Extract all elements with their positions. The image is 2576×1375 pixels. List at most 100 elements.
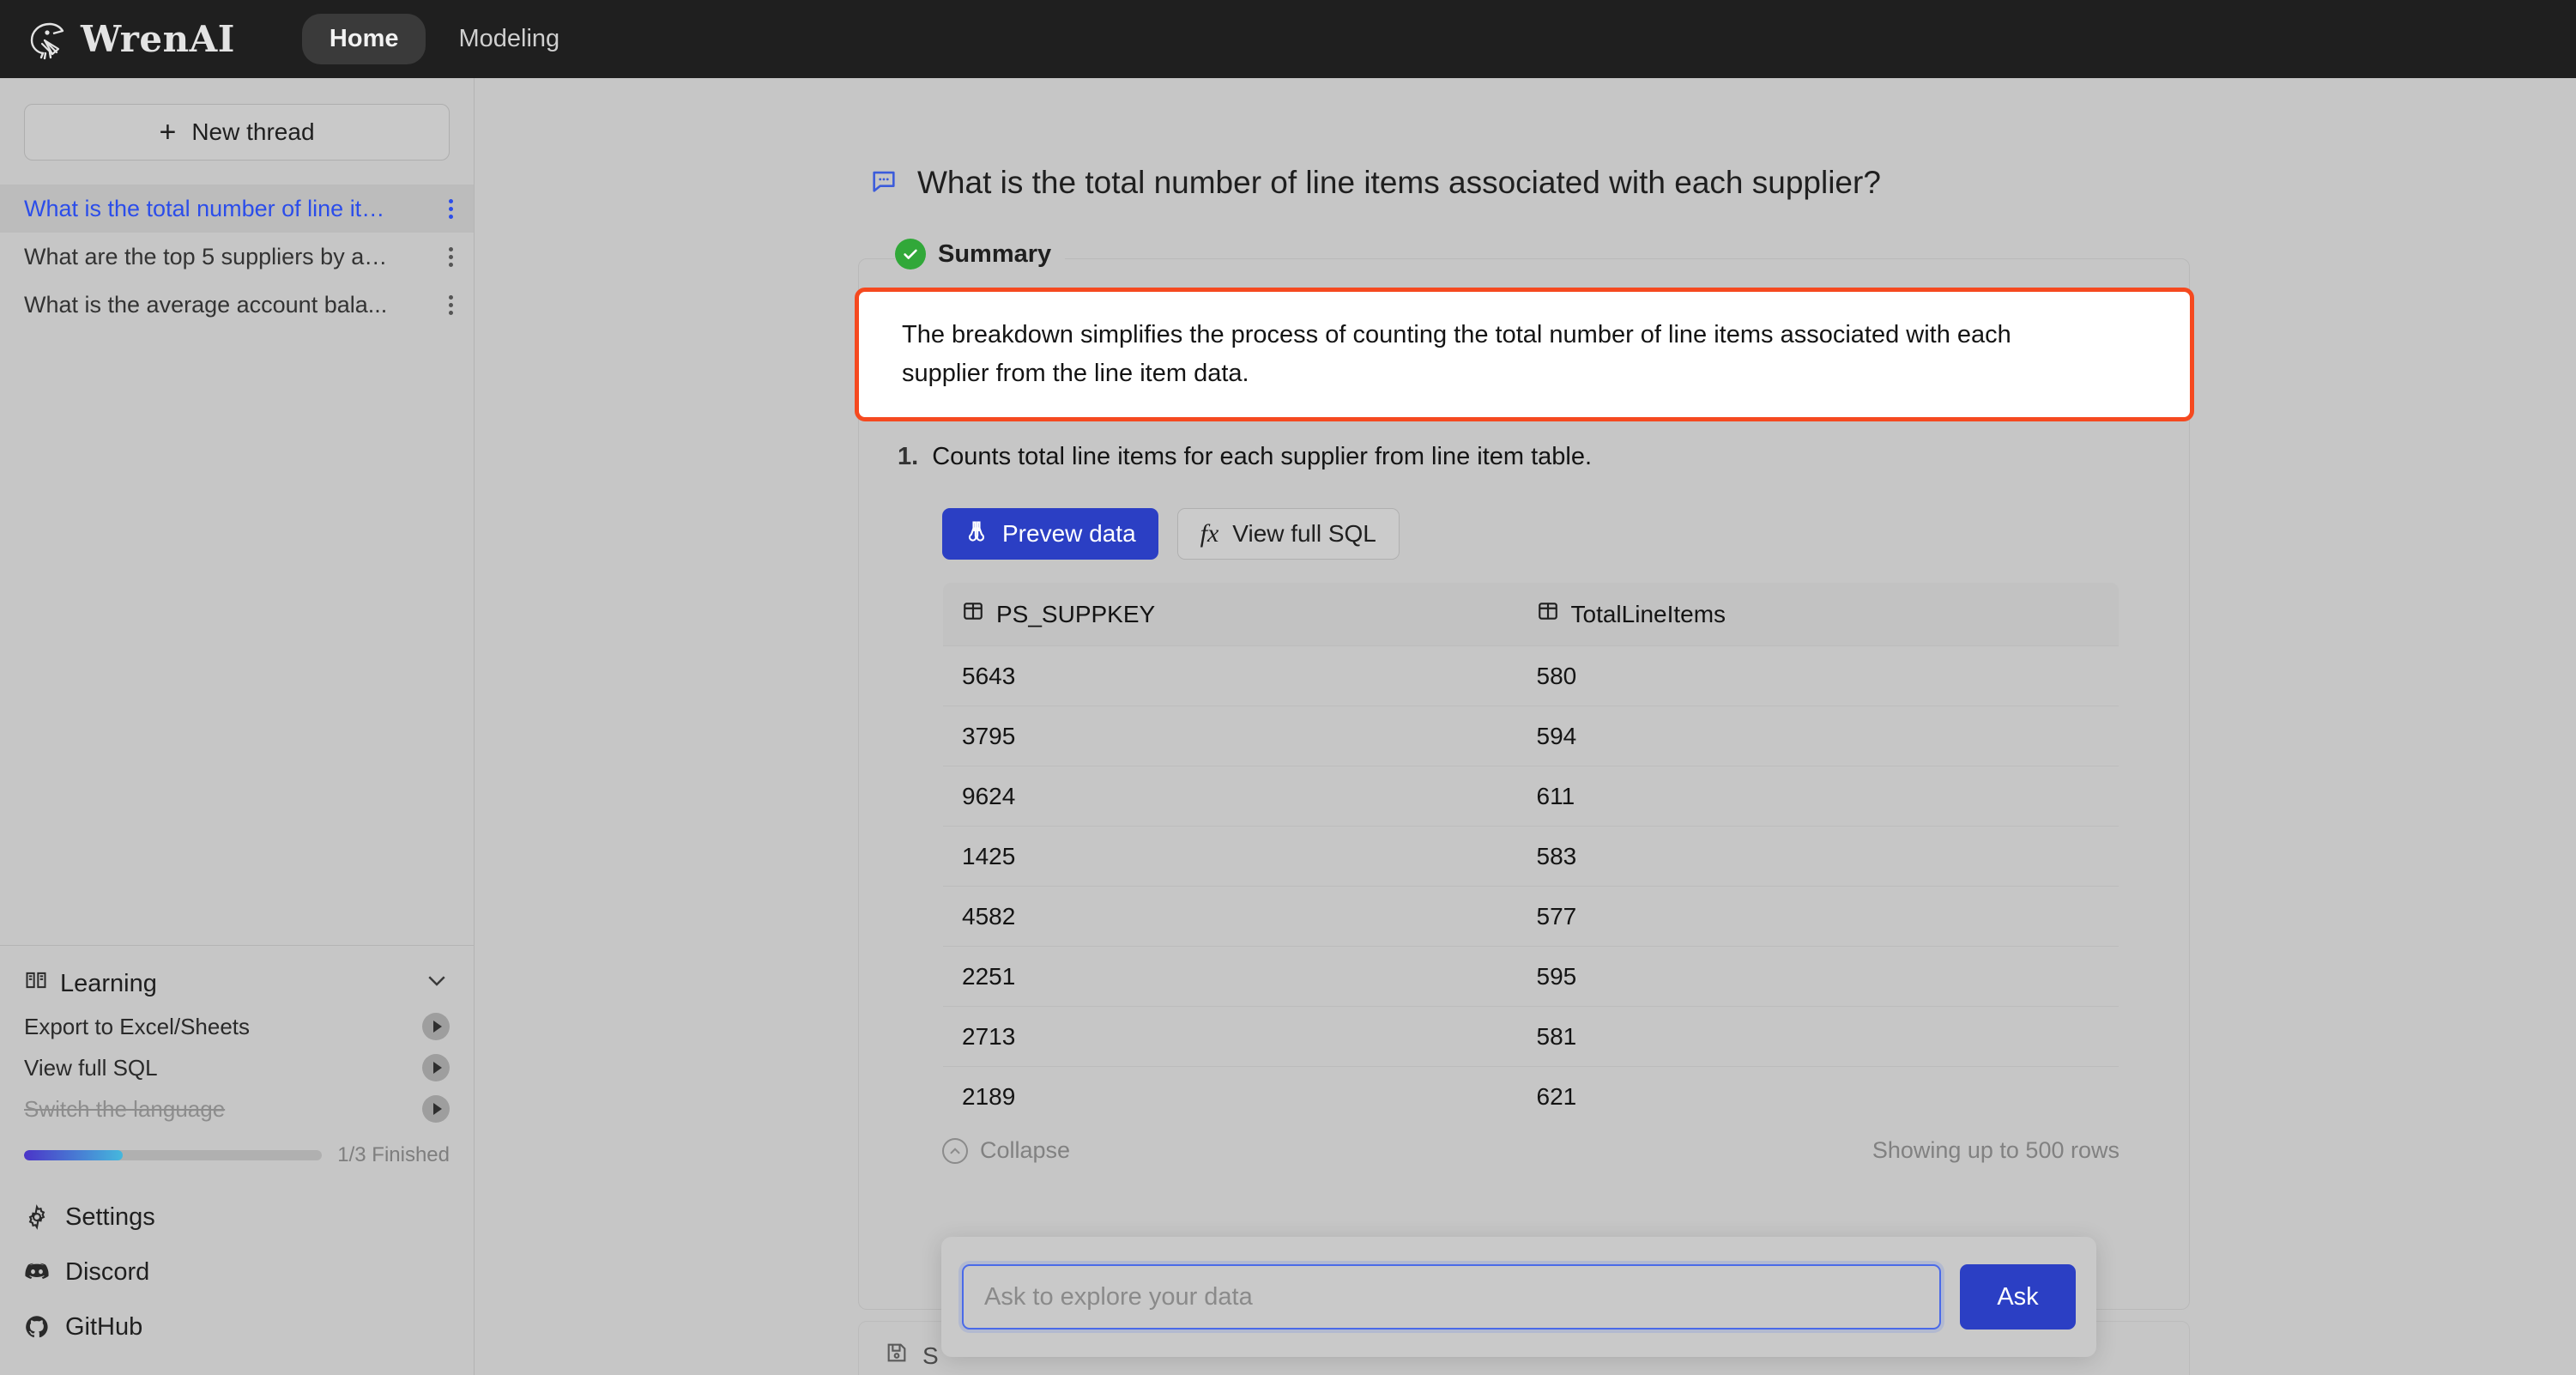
save-button[interactable]: S [885, 1341, 939, 1371]
main-content: What is the total number of line items a… [475, 78, 2576, 1375]
thread-more-icon[interactable] [449, 294, 453, 317]
thread-item-2[interactable]: What is the average account bala... [0, 281, 474, 329]
table-cell: 581 [1517, 1006, 2119, 1067]
summary-legend: Summary [895, 239, 1066, 270]
learning-panel: Learning Export to Excel/Sheets View ful… [0, 945, 474, 1167]
thread-more-icon[interactable] [449, 197, 453, 221]
page-title: What is the total number of line items a… [917, 165, 1881, 200]
save-icon [885, 1341, 909, 1371]
sidebar-item-github[interactable]: GitHub [24, 1299, 450, 1354]
answer-card: Summary The breakdown simplifies the pro… [855, 239, 2194, 1310]
play-icon[interactable] [422, 1054, 450, 1081]
table-head: PS_SUPPKEY TotalLineItems [943, 583, 2119, 646]
thread-label: What is the average account bala... [24, 291, 388, 318]
learning-item-2[interactable]: Switch the language [24, 1088, 450, 1130]
view-full-sql-label: View full SQL [1232, 520, 1376, 547]
table-row: 5643 580 [943, 645, 2119, 706]
table-column-label: PS_SUPPKEY [996, 600, 1156, 627]
table-cell: 2189 [962, 1082, 1016, 1110]
thread-item-1[interactable]: What are the top 5 suppliers by ac... [0, 233, 474, 281]
table-cell: 577 [1517, 886, 2119, 947]
table-row: 4582 577 [943, 886, 2119, 947]
brand-logo[interactable]: WrenAI [24, 17, 235, 62]
table-row: 3795 594 [943, 706, 2119, 766]
preview-data-button[interactable]: Prevew data [942, 508, 1158, 560]
thread-item-0[interactable]: What is the total number of line ite... [0, 185, 474, 233]
nav-item-home[interactable]: Home [301, 14, 426, 64]
action-buttons: Prevew data fx View full SQL [942, 508, 1400, 560]
check-circle-icon [895, 239, 926, 270]
play-icon[interactable] [422, 1095, 450, 1123]
new-thread-button[interactable]: + New thread [24, 104, 450, 161]
table-header-row: PS_SUPPKEY TotalLineItems [943, 583, 2119, 646]
learning-item-label: Switch the language [24, 1095, 226, 1122]
table-cell: 594 [1517, 706, 2119, 766]
table-cell: 583 [1517, 826, 2119, 887]
ask-input[interactable] [962, 1264, 1941, 1330]
table-header-cell-1[interactable]: TotalLineItems [1517, 583, 2119, 646]
sidebar-item-settings[interactable]: Settings [24, 1190, 450, 1245]
gear-icon [24, 1204, 50, 1230]
table-cell: 595 [1517, 946, 2119, 1007]
thread-list: What is the total number of line ite... … [0, 185, 474, 329]
brand-name: WrenAI [81, 18, 235, 60]
sidebar-item-label: Discord [65, 1257, 150, 1286]
discord-icon [24, 1262, 50, 1282]
progress-track [24, 1150, 323, 1160]
table-column-icon [1537, 600, 1559, 628]
step-item: 1. Counts total line items for each supp… [898, 443, 1592, 471]
table-cell: 2251 [943, 946, 1518, 1007]
wren-bird-logo-icon [24, 17, 69, 62]
sidebar-bottom-links: Settings Discord GitHub [0, 1167, 474, 1375]
table-cell: 2713 [943, 1006, 1518, 1067]
learning-item-0[interactable]: Export to Excel/Sheets [24, 1006, 450, 1047]
progress-fill [24, 1150, 123, 1160]
learning-item-label: View full SQL [24, 1054, 158, 1081]
learning-item-label: Export to Excel/Sheets [24, 1013, 251, 1039]
collapse-button[interactable]: Collapse [942, 1137, 1070, 1164]
ask-button[interactable]: Ask [1960, 1264, 2076, 1330]
sidebar-item-label: Settings [65, 1202, 155, 1231]
thread-more-icon[interactable] [449, 245, 453, 269]
app-root: WrenAI Home Modeling + New thread What i… [0, 0, 2576, 1375]
table-column-icon [962, 600, 984, 628]
table-cell: 611 [1517, 766, 2119, 827]
table-row: 2189 621 [943, 1067, 2119, 1127]
learning-header[interactable]: Learning [24, 961, 450, 1006]
table-cell: 5643 [943, 645, 1518, 706]
github-icon [24, 1314, 50, 1340]
table-cell: 4582 [943, 886, 1518, 947]
preview-data-table: PS_SUPPKEY TotalLineItems 5643 580 3795 … [942, 582, 2119, 1127]
save-label: S [922, 1342, 939, 1369]
plus-icon: + [159, 116, 177, 148]
top-header: WrenAI Home Modeling [0, 0, 2576, 78]
new-thread-label: New thread [191, 118, 315, 145]
table-footer: Collapse Showing up to 500 rows [942, 1137, 2119, 1164]
table-row: 9624 611 [943, 766, 2119, 827]
table-cell: 621 [1536, 1082, 1577, 1110]
progress-label: 1/3 Finished [337, 1143, 450, 1166]
rows-note: Showing up to 500 rows [1872, 1137, 2119, 1163]
sidebar-item-label: GitHub [65, 1312, 143, 1341]
play-icon[interactable] [422, 1013, 450, 1040]
table-header-cell-0[interactable]: PS_SUPPKEY [943, 583, 1518, 646]
table-column-label: TotalLineItems [1570, 600, 1726, 627]
view-full-sql-button[interactable]: fx View full SQL [1176, 508, 1400, 560]
nav-item-modeling[interactable]: Modeling [431, 14, 587, 64]
thread-label: What are the top 5 suppliers by ac... [24, 243, 393, 270]
learning-item-1[interactable]: View full SQL [24, 1047, 450, 1088]
chat-bubble-icon [869, 167, 898, 200]
collapse-label: Collapse [980, 1137, 1071, 1163]
summary-label: Summary [938, 239, 1052, 268]
sidebar: + New thread What is the total number of… [0, 78, 475, 1375]
chevron-down-icon[interactable] [424, 967, 450, 1000]
sidebar-item-discord[interactable]: Discord [24, 1245, 450, 1299]
learning-progress: 1/3 Finished [24, 1143, 450, 1167]
fx-icon: fx [1200, 519, 1219, 548]
summary-text: The breakdown simplifies the process of … [902, 321, 2011, 387]
chevron-up-circle-icon [942, 1137, 968, 1164]
step-number: 1. [898, 443, 919, 470]
table-row: 2713 581 [943, 1006, 2119, 1067]
summary-highlight-box: The breakdown simplifies the process of … [855, 288, 2194, 421]
